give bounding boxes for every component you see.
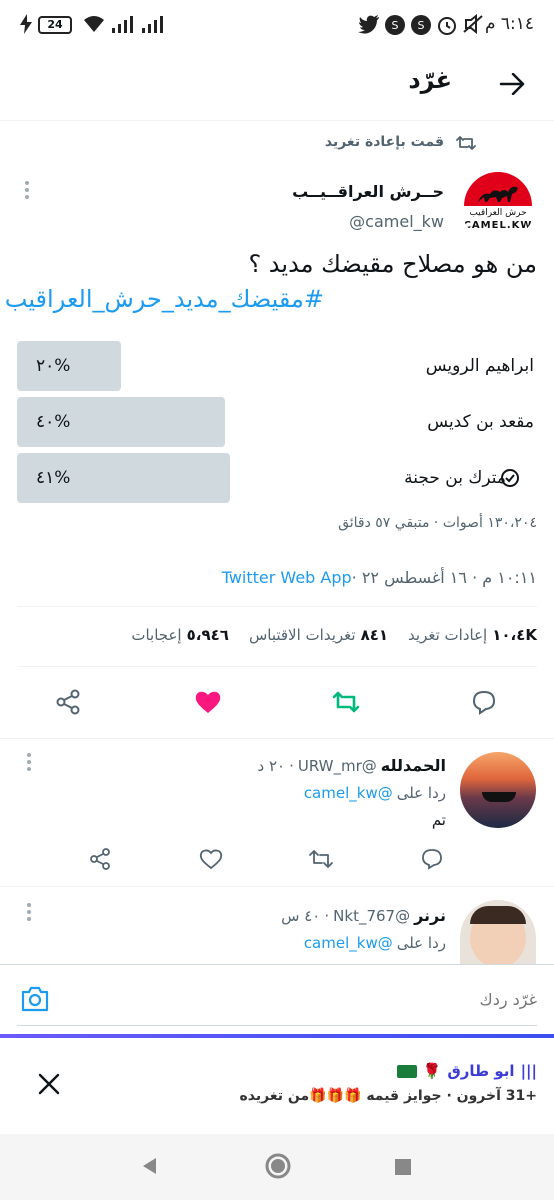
author-avatar[interactable]: حرش العراقيب CAMEL.KW [460, 166, 536, 242]
arrow-right-icon [499, 73, 525, 95]
poll-percent: ٤١% [36, 468, 71, 488]
tweet-text: من هو مصلاح مقيضك مديد ؟ [248, 250, 537, 278]
svg-text:S: S [418, 19, 425, 32]
notification-name: ابو طارق [447, 1062, 515, 1080]
replying-handle[interactable]: @camel_kw [304, 934, 393, 952]
like-button[interactable] [188, 682, 228, 722]
child-hair [470, 906, 526, 924]
reply-time: ٢٠ د [257, 756, 286, 775]
charging-icon [20, 14, 32, 34]
quote-count[interactable]: ٨٤١ [361, 626, 388, 644]
poll-meta: ١٣٠،٢٠٤ أصوات · متبقي ٥٧ دقائق [338, 515, 537, 531]
reply-icon[interactable] [420, 847, 444, 871]
notification-text: +31 آخرون · جوايز قيمه 🎁🎁🎁من تغريده [239, 1088, 537, 1104]
avatar-caption: حرش العراقيب [469, 208, 527, 218]
close-icon[interactable] [38, 1073, 60, 1095]
more-options-icon[interactable] [24, 752, 34, 772]
replying-prefix: ردا على [396, 934, 446, 952]
poll-option-label: مترك بن حجنة [404, 468, 506, 488]
battery-icon: 24 [38, 16, 72, 34]
compose-bar [0, 964, 554, 1032]
reply-time: ٤٠ س [281, 906, 321, 925]
tweet-hashtag[interactable]: #مقيضك_مديد_حرش_العراقيب [5, 285, 324, 313]
replying-handle[interactable]: @camel_kw [304, 784, 393, 802]
reply-input[interactable] [97, 983, 537, 1015]
retweet-label[interactable]: إعادات تغريد [408, 626, 487, 644]
tweet-timestamp-row: ١٠:١١ م · ١٦ أغسطس ٢٢ · Twitter Web App [222, 568, 537, 587]
wifi-icon [84, 16, 104, 32]
notification-banner[interactable]: ||| ابو طارق 🌹 +31 آخرون · جوايز قيمه 🎁🎁… [0, 1040, 554, 1134]
flag-icon [396, 1064, 417, 1078]
quote-label[interactable]: تغريدات الاقتباس [249, 626, 356, 644]
nav-home-icon[interactable] [264, 1152, 292, 1180]
author-name[interactable]: حــرش العراقــيــب [292, 182, 444, 201]
signal-icon-2 [142, 16, 163, 33]
reply-author-handle[interactable]: @URW_mr [298, 757, 377, 775]
page-title: غرّد [408, 66, 452, 94]
retweet-icon-green [332, 691, 360, 713]
replying-prefix: ردا على [396, 784, 446, 802]
poll-option-label: مقعد بن كديس [427, 412, 534, 432]
top-bar: غرّد [0, 52, 554, 120]
author-handle[interactable]: @camel_kw [349, 212, 444, 231]
status-time: ٦:١٤ م [484, 14, 534, 34]
bars-icon: ||| [520, 1062, 537, 1080]
heart-icon[interactable] [198, 847, 224, 871]
mute-icon [463, 14, 483, 34]
like-count[interactable]: ٥،٩٤٦ [187, 626, 229, 644]
progress-strip [0, 1034, 554, 1038]
poll-percent: ٤٠% [36, 412, 71, 432]
retweet-count[interactable]: ١٠،٤K [492, 626, 537, 644]
reply-avatar[interactable] [460, 752, 536, 828]
reply-icon [472, 690, 496, 715]
back-button[interactable] [492, 64, 532, 104]
app-notif-icon: S [411, 15, 431, 35]
tweet-stats: ١٠،٤K إعادات تغريد ٨٤١ تغريدات الاقتباس … [131, 626, 537, 644]
twitter-bird-icon [358, 15, 379, 34]
reply-header: نرنر @Nkt_767 · ٤٠ س [281, 906, 446, 925]
retweet-icon[interactable] [308, 847, 334, 871]
reply-button[interactable] [464, 682, 504, 722]
avatar-brand: CAMEL.KW [463, 220, 533, 231]
more-options-icon[interactable] [22, 180, 32, 200]
heart-filled-icon [195, 691, 221, 713]
retweet-icon [456, 136, 476, 150]
boat-shape [482, 792, 516, 802]
replying-to: ردا على @camel_kw [304, 934, 446, 952]
poll-option-label: ابراهيم الرويس [425, 356, 534, 376]
share-icon [56, 689, 80, 715]
reply-author-name[interactable]: نرنر [414, 906, 446, 925]
app-notif-icon-2: S [385, 15, 405, 35]
reply-author-name[interactable]: الحمدلله [381, 756, 446, 775]
replying-to: ردا على @camel_kw [304, 784, 446, 802]
tweet-source[interactable]: Twitter Web App [222, 568, 352, 587]
nav-back-icon[interactable] [140, 1156, 158, 1176]
notification-title: ||| ابو طارق 🌹 [396, 1062, 537, 1080]
rose-icon: 🌹 [422, 1062, 442, 1080]
camera-icon[interactable] [20, 985, 50, 1013]
reply-author-handle[interactable]: @Nkt_767 [333, 907, 410, 925]
battery-level: 24 [47, 18, 63, 31]
system-nav-bar [0, 1134, 554, 1200]
retweeted-label: قمت بإعادة تغريد [324, 134, 444, 150]
more-options-icon[interactable] [24, 902, 34, 922]
reply-text: تم [431, 811, 446, 829]
poll-percent: ٢٠% [36, 356, 71, 376]
like-label[interactable]: إعجابات [131, 626, 181, 644]
svg-text:S: S [392, 19, 399, 32]
share-button[interactable] [48, 682, 88, 722]
share-icon[interactable] [88, 847, 112, 871]
check-circle-icon [501, 469, 519, 487]
retweet-button[interactable] [326, 682, 366, 722]
signal-icon [112, 16, 133, 33]
reply-avatar[interactable] [460, 900, 536, 964]
reply-header: الحمدلله @URW_mr · ٢٠ د [257, 756, 447, 775]
tweet-timestamp: ١٠:١١ م · ١٦ أغسطس ٢٢ · [351, 568, 537, 587]
nav-recents-icon[interactable] [394, 1158, 412, 1176]
alarm-icon [438, 17, 456, 35]
status-bar: ٦:١٤ م 24 S S [0, 0, 554, 52]
